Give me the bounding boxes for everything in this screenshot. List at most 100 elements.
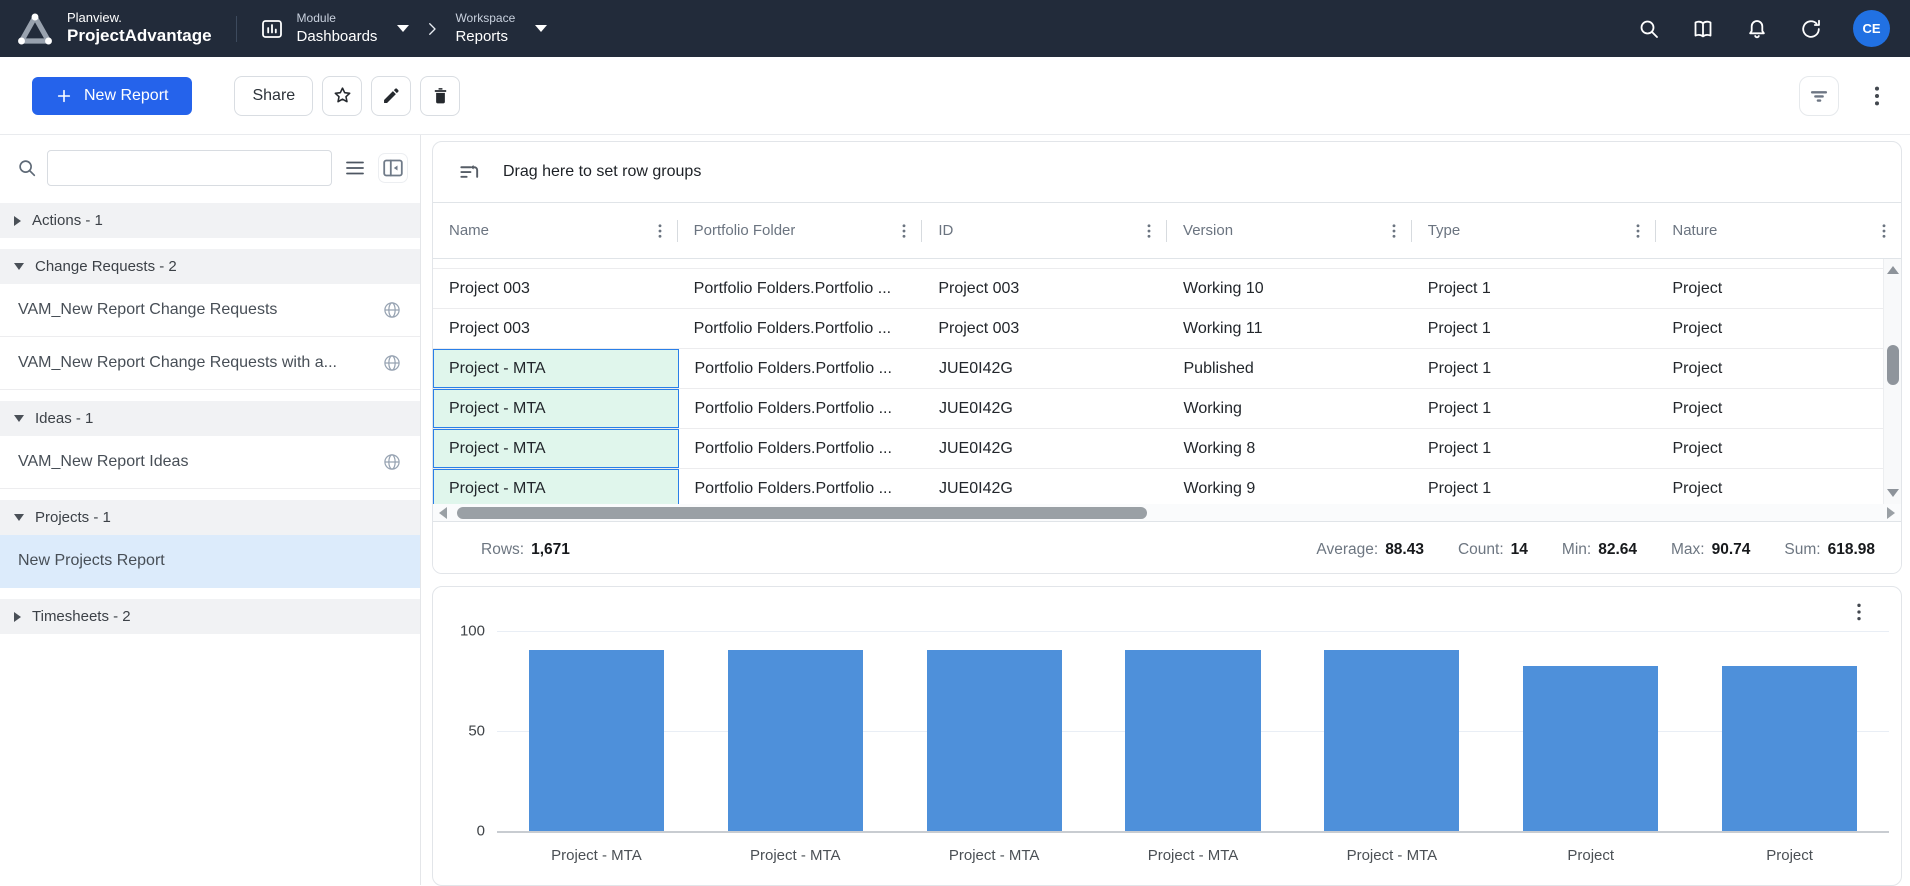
- new-report-button[interactable]: New Report: [32, 77, 192, 115]
- workspace-switcher[interactable]: Workspace Reports: [455, 11, 547, 46]
- y-axis-tick-label: 50: [468, 723, 485, 740]
- table-cell[interactable]: Working 8: [1168, 429, 1413, 468]
- table-cell[interactable]: Project 1: [1412, 389, 1657, 428]
- x-axis-label: Project - MTA: [895, 847, 1094, 864]
- edit-button[interactable]: [371, 76, 411, 116]
- column-menu-button[interactable]: [1875, 220, 1893, 242]
- column-menu-button[interactable]: [651, 220, 669, 242]
- x-axis-label: Project - MTA: [497, 847, 696, 864]
- row-group-drop-zone[interactable]: Drag here to set row groups: [433, 142, 1901, 203]
- favorite-button[interactable]: [322, 76, 362, 116]
- table-cell[interactable]: JUE0I42G: [923, 389, 1168, 428]
- delete-button[interactable]: [420, 76, 460, 116]
- table-row[interactable]: Project - MTAPortfolio Folders.Portfolio…: [433, 469, 1901, 504]
- table-row[interactable]: Project - MTAPortfolio Folders.Portfolio…: [433, 429, 1901, 469]
- table-cell[interactable]: Project 1: [1412, 469, 1657, 504]
- notifications-button[interactable]: [1745, 17, 1769, 41]
- table-cell[interactable]: Project 1: [1412, 309, 1657, 348]
- column-header-id[interactable]: ID: [922, 203, 1167, 258]
- table-cell[interactable]: Portfolio Folders.Portfolio ...: [679, 389, 924, 428]
- table-cell[interactable]: Project 003: [433, 269, 678, 308]
- table-cell[interactable]: Project - MTA: [433, 349, 679, 388]
- table-cell[interactable]: Project: [1657, 429, 1902, 468]
- table-cell[interactable]: Portfolio Folders.Portfolio ...: [678, 269, 923, 308]
- sidebar-item-label: VAM_New Report Change Requests with a...: [18, 354, 337, 372]
- table-cell[interactable]: JUE0I42G: [923, 349, 1168, 388]
- table-row[interactable]: Project - MTAPortfolio Folders.Portfolio…: [433, 349, 1901, 389]
- table-cell[interactable]: Project 003: [922, 269, 1167, 308]
- horizontal-scrollbar-thumb[interactable]: [457, 507, 1147, 519]
- column-menu-button[interactable]: [1629, 220, 1647, 242]
- table-cell[interactable]: Project 003: [433, 309, 678, 348]
- table-cell[interactable]: Project - MTA: [433, 389, 679, 428]
- sidebar-item-vam-new-report-change-requests-with-a[interactable]: VAM_New Report Change Requests with a...: [0, 337, 420, 390]
- table-cell[interactable]: Project: [1657, 389, 1902, 428]
- sidebar-item-new-projects-report[interactable]: New Projects Report: [0, 535, 420, 588]
- status-aggregate-value: 14: [1511, 541, 1528, 558]
- column-header-type[interactable]: Type: [1412, 203, 1657, 258]
- table-cell[interactable]: Project - MTA: [433, 469, 679, 504]
- table-cell[interactable]: Published: [1168, 349, 1413, 388]
- table-cell[interactable]: JUE0I42G: [923, 429, 1168, 468]
- sidebar-group-actions-1[interactable]: Actions - 1: [0, 203, 420, 238]
- documentation-button[interactable]: [1691, 17, 1715, 41]
- scroll-down-arrow[interactable]: [1887, 489, 1899, 497]
- column-menu-button[interactable]: [895, 220, 913, 242]
- list-options-button[interactable]: [341, 154, 369, 182]
- table-cell[interactable]: Working 10: [1167, 269, 1412, 308]
- table-cell[interactable]: Working 9: [1168, 469, 1413, 504]
- table-row[interactable]: Project - MTAPortfolio Folders.Portfolio…: [433, 389, 1901, 429]
- table-cell[interactable]: JUE0I42G: [923, 469, 1168, 504]
- scroll-left-arrow[interactable]: [439, 507, 447, 519]
- chart-options-button[interactable]: [1849, 599, 1869, 625]
- column-kebab-icon: [895, 220, 913, 242]
- search-input[interactable]: [47, 150, 332, 186]
- table-cell[interactable]: Portfolio Folders.Portfolio ...: [679, 469, 924, 504]
- table-cell[interactable]: Portfolio Folders.Portfolio ...: [679, 349, 924, 388]
- table-cell[interactable]: Project: [1656, 309, 1901, 348]
- scroll-up-arrow[interactable]: [1887, 266, 1899, 274]
- column-header-name[interactable]: Name: [433, 203, 678, 258]
- table-cell[interactable]: Project: [1656, 269, 1901, 308]
- column-header-version[interactable]: Version: [1167, 203, 1412, 258]
- search-button[interactable]: [1637, 17, 1661, 41]
- table-cell[interactable]: Project: [1657, 349, 1902, 388]
- table-cell[interactable]: Working 11: [1167, 309, 1412, 348]
- sidebar-group-change-requests-2[interactable]: Change Requests - 2: [0, 249, 420, 284]
- filter-button[interactable]: [1799, 76, 1839, 116]
- table-cell[interactable]: Working: [1168, 389, 1413, 428]
- table-row[interactable]: Project 003Portfolio Folders.Portfolio .…: [433, 309, 1901, 349]
- sidebar-group-ideas-1[interactable]: Ideas - 1: [0, 401, 420, 436]
- column-header-nature[interactable]: Nature: [1656, 203, 1901, 258]
- sidebar-item-vam-new-report-change-requests[interactable]: VAM_New Report Change Requests: [0, 284, 420, 337]
- x-axis-label: Project: [1690, 847, 1889, 864]
- user-avatar[interactable]: CE: [1853, 10, 1890, 47]
- status-aggregate-label: Min:: [1562, 541, 1591, 558]
- table-cell[interactable]: Project 003: [922, 309, 1167, 348]
- table-cell[interactable]: Project - MTA: [433, 429, 679, 468]
- table-cell[interactable]: Project 1: [1412, 269, 1657, 308]
- table-cell[interactable]: Project 1: [1412, 349, 1657, 388]
- column-menu-button[interactable]: [1140, 220, 1158, 242]
- share-button[interactable]: Share: [234, 76, 313, 116]
- table-row[interactable]: Project 003Portfolio Folders.Portfolio .…: [433, 269, 1901, 309]
- status-aggregate-value: 88.43: [1385, 541, 1424, 558]
- sidebar-item-vam-new-report-ideas[interactable]: VAM_New Report Ideas: [0, 436, 420, 489]
- module-switcher[interactable]: Module Dashboards: [259, 11, 410, 46]
- status-aggregate: Count:14: [1458, 541, 1528, 559]
- sidebar-group-projects-1[interactable]: Projects - 1: [0, 500, 420, 535]
- sidebar-group-timesheets-2[interactable]: Timesheets - 2: [0, 599, 420, 634]
- table-cell[interactable]: Portfolio Folders.Portfolio ...: [679, 429, 924, 468]
- bar: [1324, 650, 1459, 831]
- table-cell[interactable]: Project: [1657, 469, 1902, 504]
- column-header-label: ID: [938, 222, 953, 239]
- column-header-portfolio-folder[interactable]: Portfolio Folder: [678, 203, 923, 258]
- scroll-right-arrow[interactable]: [1887, 507, 1895, 519]
- more-options-button[interactable]: [1866, 83, 1888, 109]
- collapse-panel-button[interactable]: [378, 153, 408, 183]
- column-menu-button[interactable]: [1385, 220, 1403, 242]
- refresh-button[interactable]: [1799, 17, 1823, 41]
- vertical-scrollbar-thumb[interactable]: [1887, 345, 1899, 385]
- table-cell[interactable]: Project 1: [1412, 429, 1657, 468]
- table-cell[interactable]: Portfolio Folders.Portfolio ...: [678, 309, 923, 348]
